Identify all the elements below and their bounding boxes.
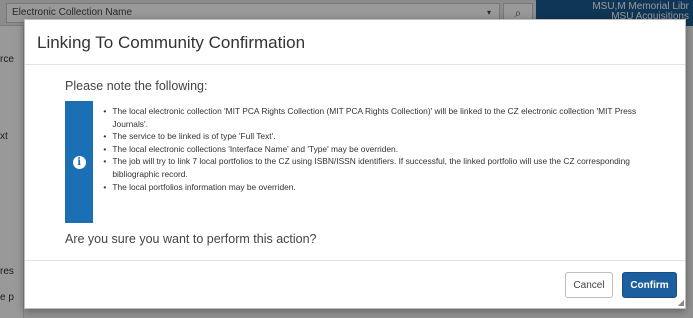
dialog-footer: Cancel Confirm ◢ <box>25 260 685 308</box>
notice-accent-bar: i <box>65 101 94 223</box>
info-icon: i <box>72 155 86 169</box>
dialog-header: Linking To Community Confirmation <box>25 20 685 65</box>
linking-confirmation-dialog: Linking To Community Confirmation Please… <box>24 19 686 309</box>
dialog-title: Linking To Community Confirmation <box>37 33 306 52</box>
list-item: The local portfolios information may be … <box>103 181 656 194</box>
list-item: The job will try to link 7 local portfol… <box>103 155 656 180</box>
notes-list: The local electronic collection 'MIT PCA… <box>93 101 656 223</box>
resize-grip-icon[interactable]: ◢ <box>678 299 684 307</box>
confirm-button[interactable]: Confirm <box>622 272 677 298</box>
list-item: The local electronic collection 'MIT PCA… <box>103 105 656 130</box>
list-item: The service to be linked is of type 'Ful… <box>103 130 656 143</box>
cancel-button[interactable]: Cancel <box>565 272 613 298</box>
intro-text: Please note the following: <box>65 79 208 93</box>
list-item: The local electronic collections 'Interf… <box>103 143 656 156</box>
confirmation-question: Are you sure you want to perform this ac… <box>65 232 317 246</box>
dialog-body: Please note the following: i The local e… <box>25 65 685 246</box>
info-notice: i The local electronic collection 'MIT P… <box>65 101 656 223</box>
